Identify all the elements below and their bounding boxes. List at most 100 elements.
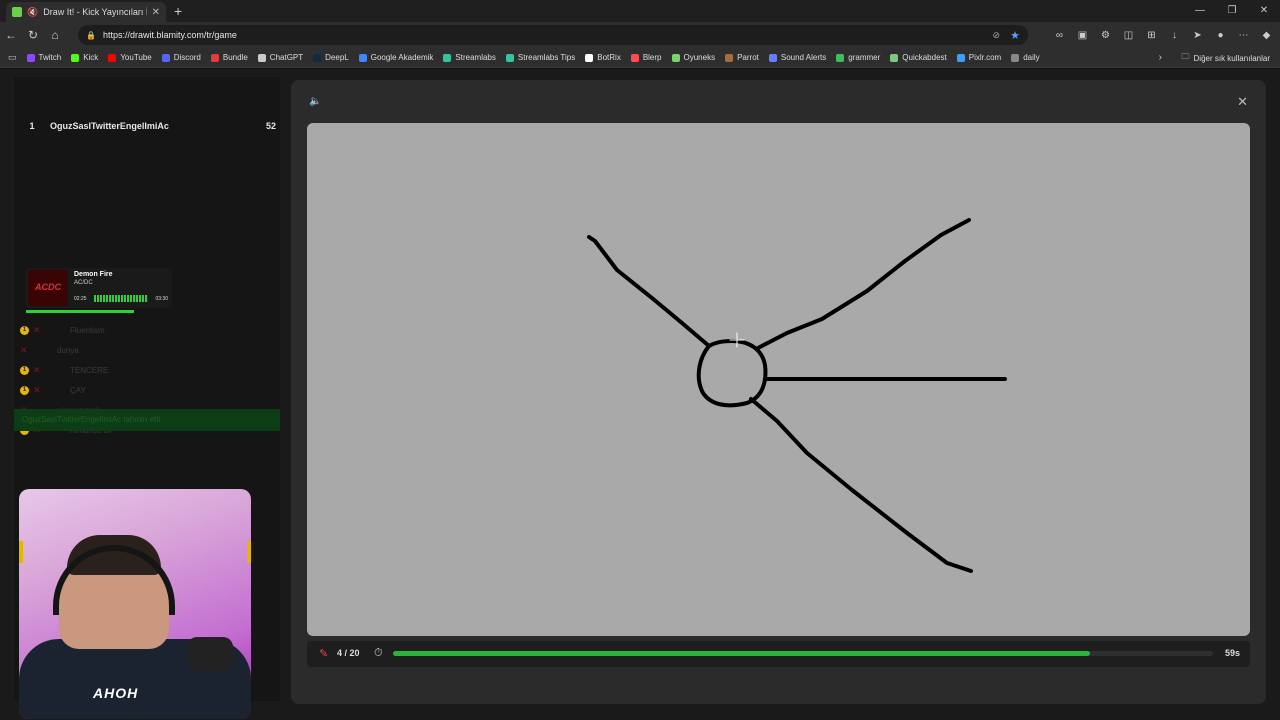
- bookmark-oyuneks[interactable]: Oyuneks: [671, 53, 716, 62]
- bookmark-label: Sound Alerts: [780, 53, 827, 62]
- bookmark-label: BotRix: [597, 53, 621, 62]
- profile-avatar-icon[interactable]: ●: [1213, 30, 1228, 41]
- stroke-upper-right: [756, 218, 971, 350]
- bookmark-daily[interactable]: daily: [1011, 53, 1040, 62]
- favorite-star-icon[interactable]: ★: [1010, 29, 1020, 42]
- kick-favicon-icon: [12, 7, 22, 17]
- bookmark-favicon-icon: [505, 53, 514, 62]
- muted-speaker-icon[interactable]: 🔇: [27, 7, 38, 18]
- leaderboard-rank: 1: [29, 121, 35, 131]
- bookmark-label: YouTube: [120, 53, 152, 62]
- bookmark-favicon-icon: [725, 53, 734, 62]
- stroke-lower-right: [749, 397, 973, 573]
- bookmark-discord[interactable]: Discord: [161, 53, 201, 62]
- bookmark-favicon-icon: [585, 53, 594, 62]
- bookmark-label: Google Akademik: [370, 53, 434, 62]
- bookmark-favicon-icon: [358, 53, 367, 62]
- other-bookmarks-folder[interactable]: 🗀 Diğer sık kullanılanlar: [1182, 48, 1270, 68]
- bookmark-quickabdest[interactable]: Quickabdest: [890, 53, 947, 62]
- split-screen-icon[interactable]: ◫: [1121, 30, 1136, 41]
- bookmark-label: Kick: [83, 53, 99, 62]
- bookmark-favicon-icon: [257, 53, 266, 62]
- copilot-icon[interactable]: ◆: [1259, 30, 1274, 41]
- leaderboard-points: 52: [265, 121, 276, 131]
- minimize-icon[interactable]: —: [1184, 0, 1216, 22]
- pencil-icon: ✎: [319, 648, 329, 660]
- wrong-guess-icon: ✕: [33, 384, 41, 395]
- close-tab-icon[interactable]: ✕: [152, 7, 160, 18]
- share-icon[interactable]: ➤: [1190, 30, 1205, 41]
- bookmark-label: Streamlabs: [455, 53, 496, 62]
- bookmark-twitch[interactable]: Twitch: [26, 53, 61, 62]
- close-window-icon[interactable]: ✕: [1248, 0, 1280, 22]
- bookmark-streamlabs[interactable]: Streamlabs: [443, 53, 496, 62]
- seconds-remaining: 59s: [1224, 648, 1240, 658]
- bookmark-pixlr-com[interactable]: Pixlr.com: [956, 53, 1002, 62]
- bookmark-sound-alerts[interactable]: Sound Alerts: [768, 53, 827, 62]
- bookmark-bundle[interactable]: Bundle: [210, 53, 248, 62]
- restore-icon[interactable]: ❐: [1216, 0, 1248, 22]
- round-counter: 4 / 20: [337, 648, 360, 658]
- reload-icon[interactable]: ↻: [22, 28, 44, 42]
- webcam-frame-accent-right: [247, 541, 251, 563]
- browser-tab[interactable]: 🔇 Draw It! - Kick Yayıncıları İçin ✕: [6, 2, 166, 22]
- close-modal-icon[interactable]: ✕: [1237, 94, 1248, 110]
- song-artist: AC/DC: [74, 280, 93, 286]
- bookmark-label: Parrot: [737, 53, 759, 62]
- bookmark-label: Oyuneks: [683, 53, 716, 62]
- lock-icon[interactable]: 🔒: [86, 31, 96, 40]
- extension-glasses-icon[interactable]: ∞: [1052, 30, 1067, 41]
- puzzle-icon[interactable]: ⚙: [1098, 30, 1113, 41]
- song-duration: 03:30: [155, 296, 168, 302]
- bookmark-streamlabs-tips[interactable]: Streamlabs Tips: [505, 53, 576, 62]
- bookmark-deepl[interactable]: DeepL: [313, 53, 349, 62]
- collections-icon[interactable]: ⊞: [1144, 30, 1159, 41]
- bookmark-label: Quickabdest: [902, 53, 947, 62]
- bookmark-botrix[interactable]: BotRix: [585, 53, 621, 62]
- sidebar-toggle-icon[interactable]: ▭: [8, 52, 17, 63]
- coin-icon: 1: [20, 385, 29, 395]
- round-status-bar: ✎ 4 / 20 ⏱ 59s: [307, 641, 1250, 667]
- tracking-prevention-icon[interactable]: ⊘: [992, 30, 1000, 41]
- bookmark-label: Discord: [173, 53, 201, 62]
- bookmark-label: grammer: [848, 53, 881, 62]
- bookmark-grammer[interactable]: grammer: [836, 53, 880, 62]
- back-icon[interactable]: ←: [0, 28, 22, 42]
- bookmark-label: Blerp: [642, 53, 662, 62]
- timer-progress-track: [393, 651, 1213, 656]
- bookmark-blerp[interactable]: Blerp: [630, 53, 662, 62]
- now-playing-widget: ACDC Demon Fire AC/DC 02:25 03:30: [26, 268, 172, 308]
- bookmark-label: Streamlabs Tips: [517, 53, 576, 62]
- more-menu-icon[interactable]: ⋯: [1236, 30, 1251, 41]
- home-icon[interactable]: ⌂: [44, 28, 66, 42]
- drawing-canvas[interactable]: [307, 123, 1250, 636]
- tab-title: Draw It! - Kick Yayıncıları İçin: [43, 7, 146, 17]
- bookmark-label: Pixlr.com: [968, 53, 1002, 62]
- drawing-modal: 🔈 ✕ ✎ 4 / 20 ⏱ 59s: [291, 80, 1266, 704]
- microphone-icon: [187, 637, 233, 671]
- bookmark-favicon-icon: [71, 53, 80, 62]
- new-tab-button[interactable]: +: [174, 3, 182, 19]
- bookmark-favicon-icon: [108, 53, 117, 62]
- other-bookmarks-label: Diğer sık kullanılanlar: [1193, 53, 1270, 63]
- bookmark-google-akademik[interactable]: Google Akademik: [358, 53, 434, 62]
- leaderboard-name: OguzSasITwitterEngelImiAc: [50, 121, 169, 131]
- toolbar-extensions: ∞ ▣ ⚙ ◫ ⊞ ↓ ➤ ● ⋯ ◆: [1052, 22, 1274, 48]
- url-input[interactable]: 🔒 https://drawit.blamity.com/tr/game ⊘ ★: [78, 25, 1028, 45]
- webcam-frame-accent-left: [19, 541, 23, 563]
- bookmark-favicon-icon: [768, 53, 777, 62]
- bookmark-favicon-icon: [630, 53, 639, 62]
- bookmark-chatgpt[interactable]: ChatGPT: [257, 53, 303, 62]
- bookmark-parrot[interactable]: Parrot: [725, 53, 759, 62]
- bookmark-kick[interactable]: Kick: [71, 53, 98, 62]
- bookmark-youtube[interactable]: YouTube: [108, 53, 152, 62]
- downloads-icon[interactable]: ↓: [1167, 30, 1182, 41]
- extension-icon[interactable]: ▣: [1075, 30, 1090, 41]
- speaker-icon[interactable]: 🔈: [309, 96, 321, 107]
- cursor-crosshair: [729, 332, 745, 348]
- bookmark-favicon-icon: [1011, 53, 1020, 62]
- bookmarks-overflow-icon[interactable]: ›: [1159, 48, 1162, 68]
- coin-icon: 1: [20, 325, 29, 335]
- page-content: 1 OguzSasITwitterEngelImiAc 52 ACDC Demo…: [0, 69, 1280, 720]
- address-toolbar: ← ↻ ⌂ 🔒 https://drawit.blamity.com/tr/ga…: [0, 22, 1280, 48]
